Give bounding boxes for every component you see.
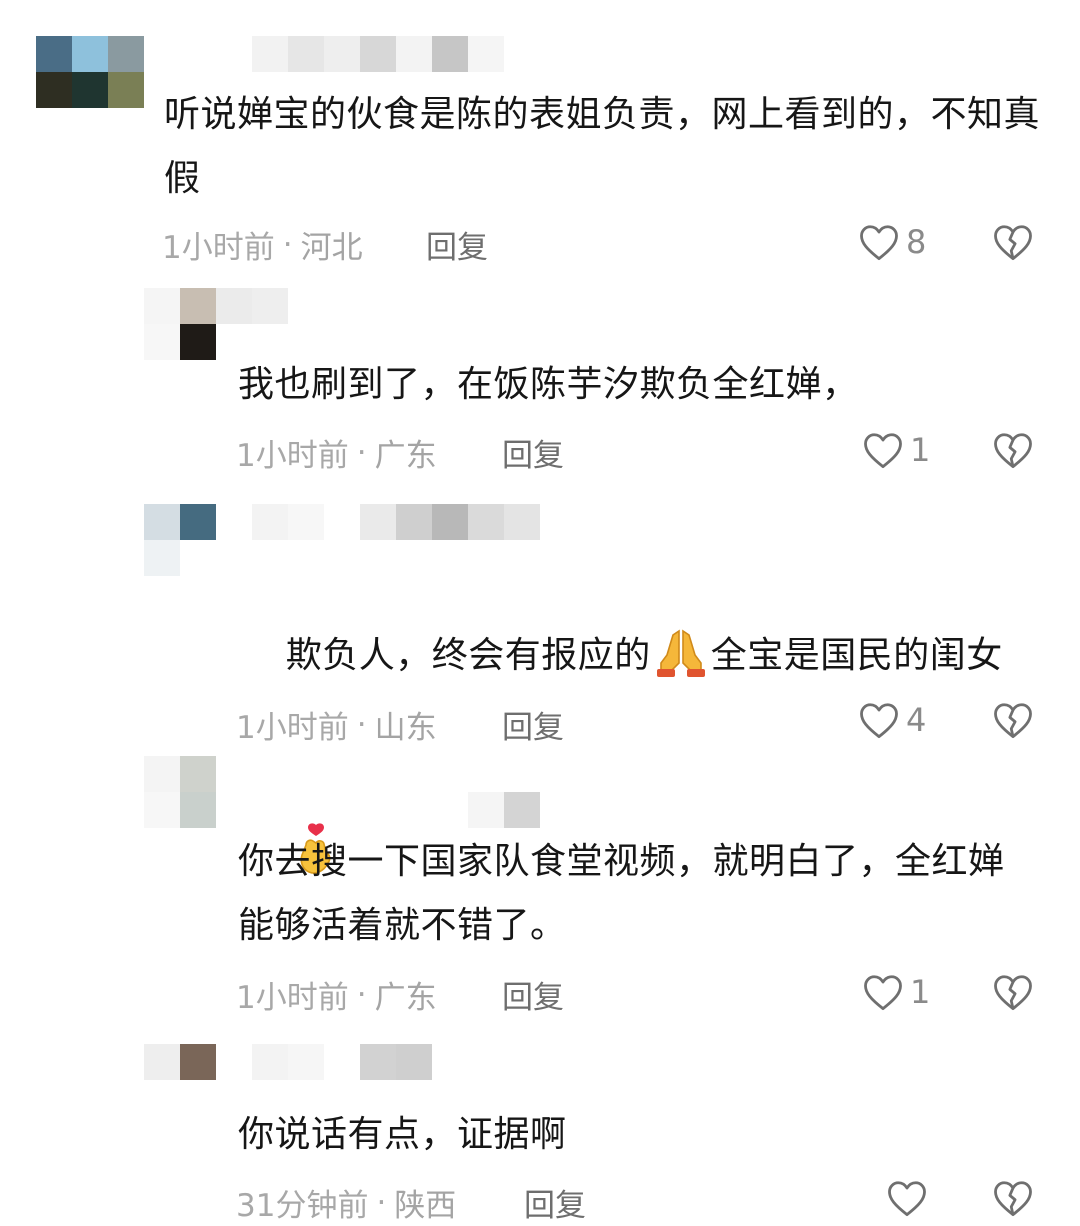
meta-separator: · [356, 976, 367, 1013]
username-blurred[interactable] [216, 288, 288, 324]
avatar[interactable] [144, 504, 216, 576]
comment-text-part: 全宝是国民的闺女 [710, 635, 1003, 676]
comment-location: 陕西 [394, 1188, 457, 1224]
like-button[interactable]: 8 [858, 222, 926, 262]
avatar-pixel [144, 1044, 180, 1080]
comment-location: 山东 [374, 710, 437, 746]
username-blurred[interactable] [468, 792, 540, 828]
reply-item: 欺负人，终会有报应的 全宝是国民的闺女 1小时前 · 山东 回复 4 [0, 490, 1080, 874]
meta-separator: · [282, 226, 293, 263]
avatar-pixel [180, 792, 216, 828]
avatar-pixel [36, 36, 72, 72]
comment-meta: 1小时前 · 广东 [236, 972, 437, 1017]
avatar-pixel [180, 540, 216, 576]
like-button[interactable]: 4 [858, 700, 926, 740]
comment-text: 我也刷到了，在饭陈芋汐欺负全红婵， [238, 364, 859, 405]
avatar-pixel [144, 792, 180, 828]
comment-text: 你去搜一下国家队食堂视频，就明白了，全红婵能够活着就不错了。 [238, 841, 1005, 946]
reply-item: 你说话有点，证据啊 31分钟前 · 陕西 回复 [0, 1040, 1080, 1226]
like-button[interactable]: 1 [862, 430, 930, 470]
comment-text: 听说婵宝的伙食是陈的表姐负责，网上看到的，不知真假 [164, 94, 1041, 199]
avatar-pixel [36, 72, 72, 108]
avatar-pixel [180, 288, 216, 324]
comment-meta: 1小时前 · 山东 [236, 702, 437, 747]
reply-item: 你去搜一下国家队食堂视频，就明白了，全红婵能够活着就不错了。 1小时前 · 广东… [0, 750, 1080, 1040]
avatar-pixel [180, 1044, 216, 1080]
like-count: 1 [910, 431, 931, 469]
avatar[interactable] [144, 1044, 216, 1116]
comment-time: 1小时前 [236, 710, 349, 746]
meta-separator: · [376, 1184, 387, 1221]
avatar-pixel [180, 756, 216, 792]
meta-separator: · [356, 706, 367, 743]
avatar-pixel [144, 756, 180, 792]
like-button[interactable] [886, 1178, 954, 1218]
avatar-pixel [180, 504, 216, 540]
avatar-pixel [72, 36, 108, 72]
avatar-pixel [144, 324, 180, 360]
comment-meta: 31分钟前 · 陕西 [236, 1180, 456, 1225]
reply-button[interactable]: 回复 [426, 222, 488, 267]
avatar-pixel [180, 324, 216, 360]
broken-heart-outline-icon[interactable] [992, 972, 1034, 1012]
comment-location: 广东 [374, 980, 437, 1016]
comment-location: 广东 [374, 438, 437, 474]
username-blurred[interactable] [252, 36, 504, 72]
avatar[interactable] [144, 288, 216, 360]
broken-heart-outline-icon[interactable] [992, 1178, 1034, 1218]
comment-meta: 1小时前 · 广东 [236, 430, 437, 475]
comment-meta: 1小时前 · 河北 [162, 222, 363, 267]
like-button[interactable]: 1 [862, 972, 930, 1012]
username-blurred[interactable] [252, 504, 540, 540]
like-count: 1 [910, 973, 931, 1011]
avatar-pixel [72, 72, 108, 108]
heart-outline-icon [864, 975, 902, 1011]
reply-button[interactable]: 回复 [502, 430, 564, 475]
broken-heart-outline-icon[interactable] [992, 700, 1034, 740]
comment-location: 河北 [300, 230, 363, 266]
like-count: 4 [906, 701, 927, 739]
avatar-pixel [180, 1080, 216, 1116]
comment-text-part: 欺负人，终会有报应的 [285, 635, 651, 676]
reply-button[interactable]: 回复 [502, 972, 564, 1017]
heart-outline-icon [888, 1181, 926, 1217]
broken-heart-outline-icon[interactable] [992, 222, 1034, 262]
comment-time: 1小时前 [236, 438, 349, 474]
comment-item: 听说婵宝的伙食是陈的表姐负责，网上看到的，不知真假 1小时前 · 河北 回复 8 [0, 0, 1080, 280]
avatar-pixel [144, 1080, 180, 1116]
reply-button[interactable]: 回复 [502, 702, 564, 747]
username-blurred[interactable] [252, 1044, 432, 1080]
comment-time: 1小时前 [236, 980, 349, 1016]
avatar[interactable] [144, 756, 216, 828]
avatar-pixel [108, 36, 144, 72]
reply-button[interactable]: 回复 [524, 1180, 586, 1225]
avatar-pixel [144, 540, 180, 576]
avatar-pixel [144, 288, 180, 324]
heart-outline-icon [864, 433, 902, 469]
avatar[interactable] [36, 36, 144, 108]
avatar-pixel [108, 72, 144, 108]
comment-time: 31分钟前 [236, 1188, 369, 1224]
comment-time: 1小时前 [162, 230, 275, 266]
meta-separator: · [356, 434, 367, 471]
avatar-pixel [144, 504, 180, 540]
heart-outline-icon [860, 703, 898, 739]
heart-outline-icon [860, 225, 898, 261]
comment-text: 你说话有点，证据啊 [238, 1114, 567, 1155]
reply-item: 我也刷到了，在饭陈芋汐欺负全红婵， 1小时前 · 广东 回复 1 [0, 280, 1080, 490]
broken-heart-outline-icon[interactable] [992, 430, 1034, 470]
folded-hands-emoji [656, 629, 705, 677]
like-count: 8 [906, 223, 927, 261]
